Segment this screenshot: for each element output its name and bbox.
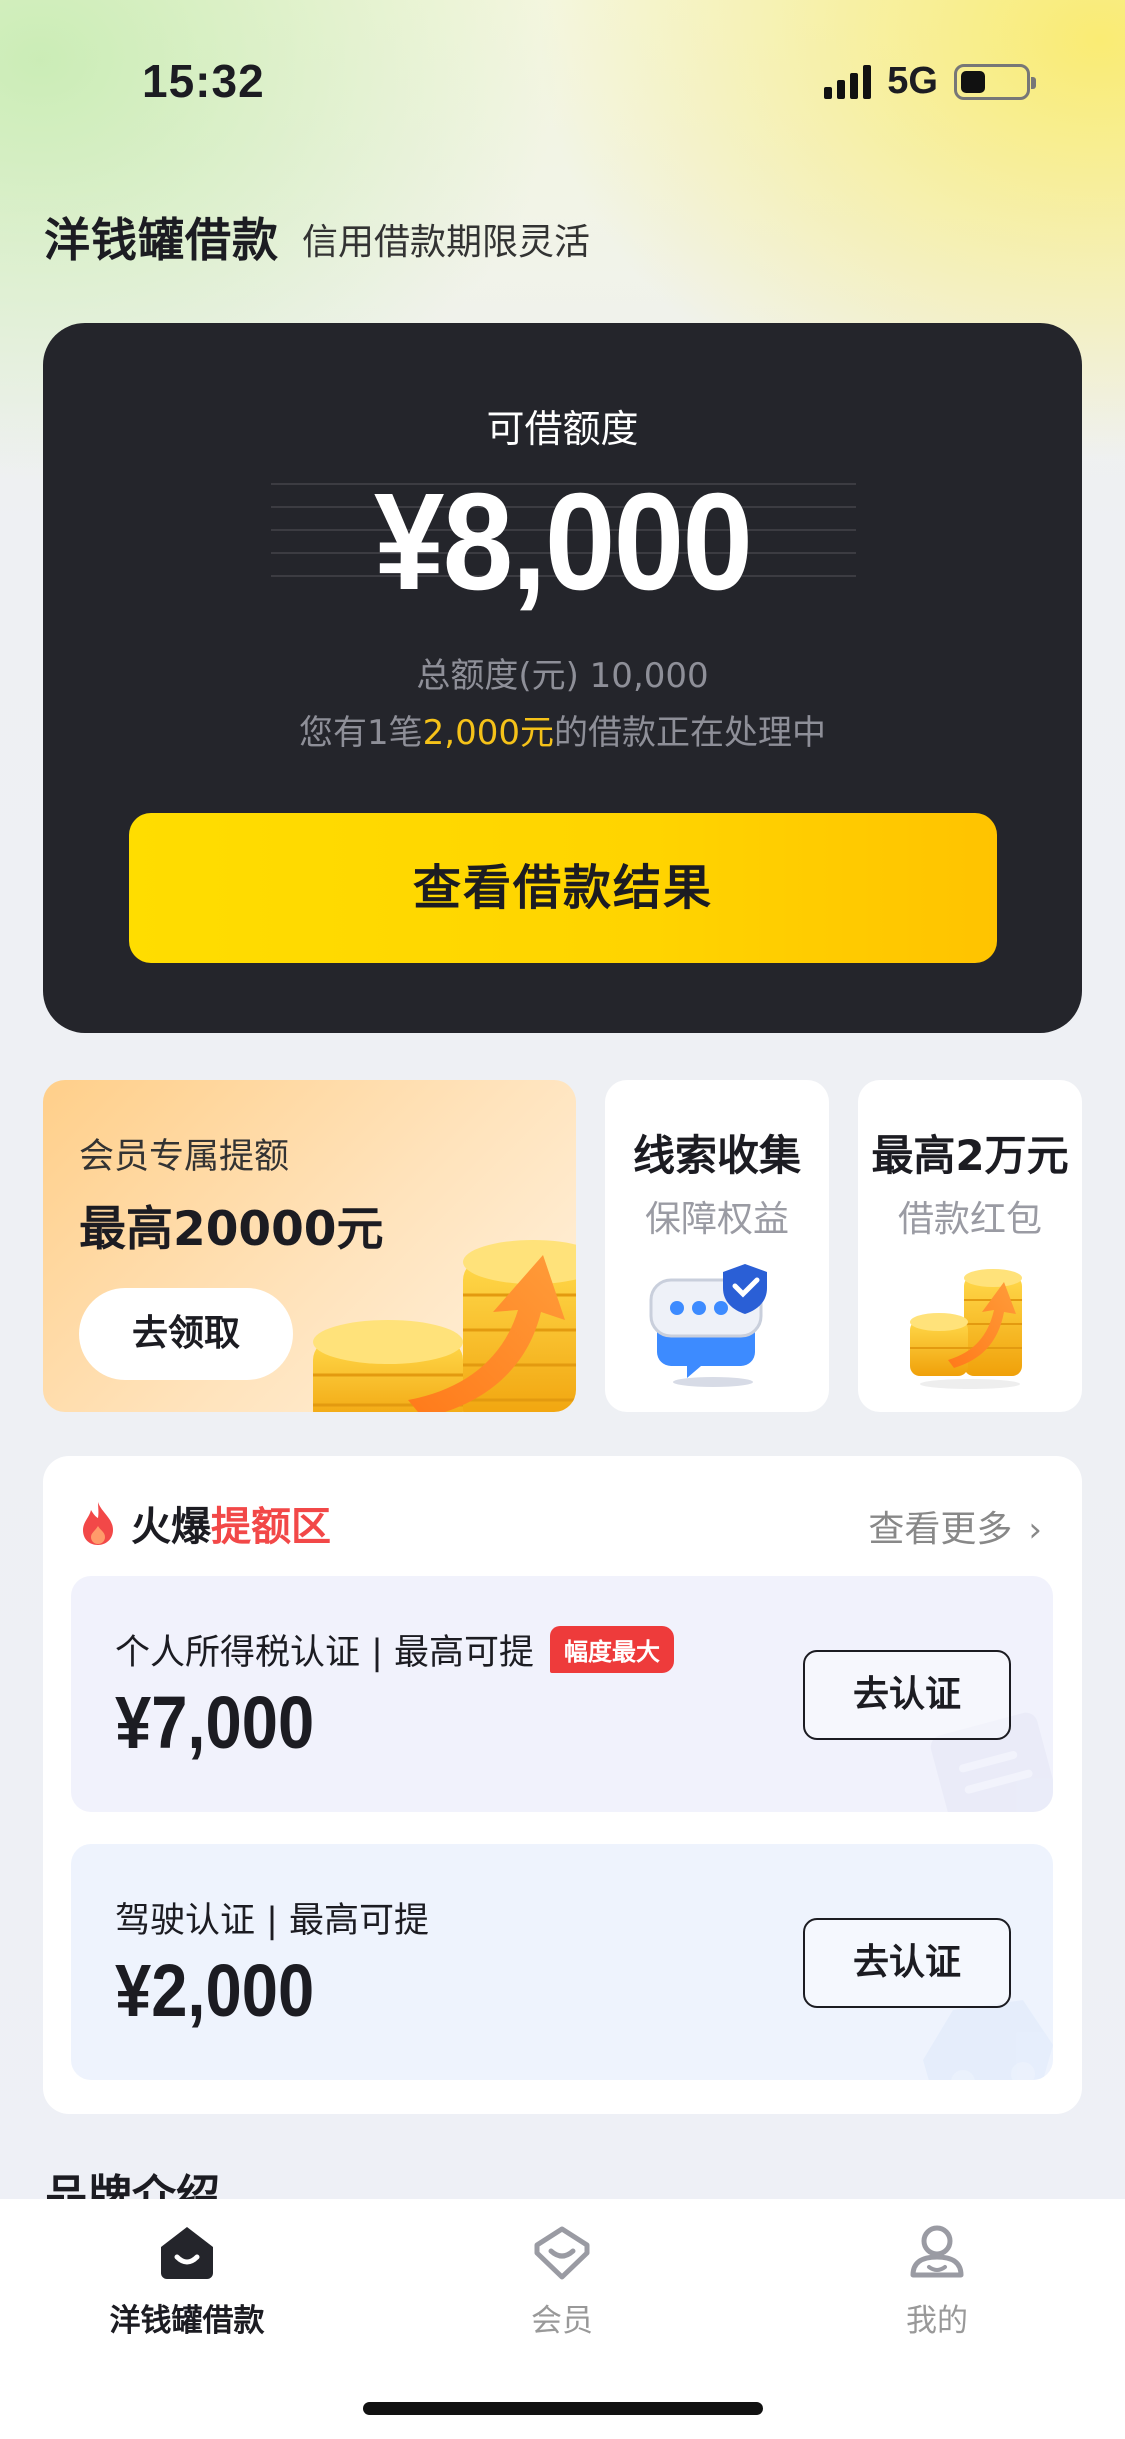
status-indicators: 5G xyxy=(824,60,1036,103)
max-bonus-title: 最高2万元 xyxy=(871,1131,1069,1180)
clue-collection-card[interactable]: 线索收集 保障权益 xyxy=(605,1080,829,1412)
tab-mine[interactable]: 我的 xyxy=(817,2223,1057,2340)
clue-collection-title: 线索收集 xyxy=(632,1131,801,1180)
status-time: 15:32 xyxy=(142,55,265,107)
coins-arrow-icon xyxy=(910,1269,1022,1389)
hot-limit-section: 火爆 提额区 查看更多 › 个人所得税认证 | 最高可提 幅度最大 ¥7,000 去认… xyxy=(43,1456,1082,2114)
total-limit: 总额度(元) 10,000 xyxy=(416,656,709,696)
tax-auth-amount: ¥7,000 xyxy=(115,1681,315,1764)
signal-icon xyxy=(824,64,872,99)
tab-member[interactable]: 会员 xyxy=(442,2223,682,2340)
chat-shield-icon xyxy=(649,1264,767,1387)
section-title: 火爆 提额区 xyxy=(79,1494,331,1552)
tab-member-label: 会员 xyxy=(531,2303,593,2339)
tab-mine-label: 我的 xyxy=(906,2303,968,2339)
tax-auth-label: 个人所得税认证 | 最高可提 幅度最大 xyxy=(115,1624,675,1675)
driving-auth-amount: ¥2,000 xyxy=(115,1949,315,2032)
tab-home-label: 洋钱罐借款 xyxy=(109,2303,265,2339)
credit-card: 可借额度 ¥8,000 总额度(元) 10,000 您有1笔2,000元的借款正… xyxy=(43,323,1082,1033)
coins-arrow-icon xyxy=(313,1240,576,1412)
user-icon xyxy=(910,2225,964,2278)
claim-button[interactable]: 去领取 xyxy=(79,1288,293,1380)
view-more-link[interactable]: 查看更多 › xyxy=(868,1500,1042,1552)
fire-icon xyxy=(83,1502,113,1545)
member-promo-card[interactable]: 会员专属提额 最高20000元 去领取 xyxy=(43,1080,576,1412)
max-bonus-subtitle: 借款红包 xyxy=(897,1199,1042,1240)
status-badge: 幅度最大 xyxy=(550,1626,675,1673)
driving-auth-row: 驾驶认证 | 最高可提 ¥2,000 去认证 xyxy=(71,1844,1053,2080)
driving-verify-button[interactable]: 去认证 xyxy=(803,1918,1011,2008)
network-type: 5G xyxy=(887,60,938,102)
member-icon xyxy=(534,2226,590,2280)
driving-auth-label: 驾驶认证 | 最高可提 xyxy=(115,1901,430,1941)
clue-collection-subtitle: 保障权益 xyxy=(644,1199,789,1240)
processing-amount: 2,000元 xyxy=(422,713,554,753)
page-title: 洋钱罐借款 xyxy=(44,213,279,267)
home-icon xyxy=(161,2227,213,2279)
chevron-right-icon: › xyxy=(1028,1510,1042,1550)
battery-icon xyxy=(954,63,1036,100)
member-promo-title: 会员专属提额 xyxy=(79,1137,290,1177)
tab-home[interactable]: 洋钱罐借款 xyxy=(67,2223,307,2340)
processing-note: 您有1笔2,000元的借款正在处理中 xyxy=(299,713,826,753)
max-bonus-card[interactable]: 最高2万元 借款红包 xyxy=(858,1080,1082,1412)
view-loan-result-button[interactable]: 查看借款结果 xyxy=(129,813,997,963)
tax-verify-button[interactable]: 去认证 xyxy=(803,1650,1011,1740)
home-indicator xyxy=(363,2402,763,2415)
page-subtitle: 信用借款期限灵活 xyxy=(302,222,591,263)
available-amount: ¥8,000 xyxy=(373,465,753,619)
credit-label: 可借额度 xyxy=(486,407,639,451)
tax-auth-row: 个人所得税认证 | 最高可提 幅度最大 ¥7,000 去认证 xyxy=(71,1576,1053,1812)
